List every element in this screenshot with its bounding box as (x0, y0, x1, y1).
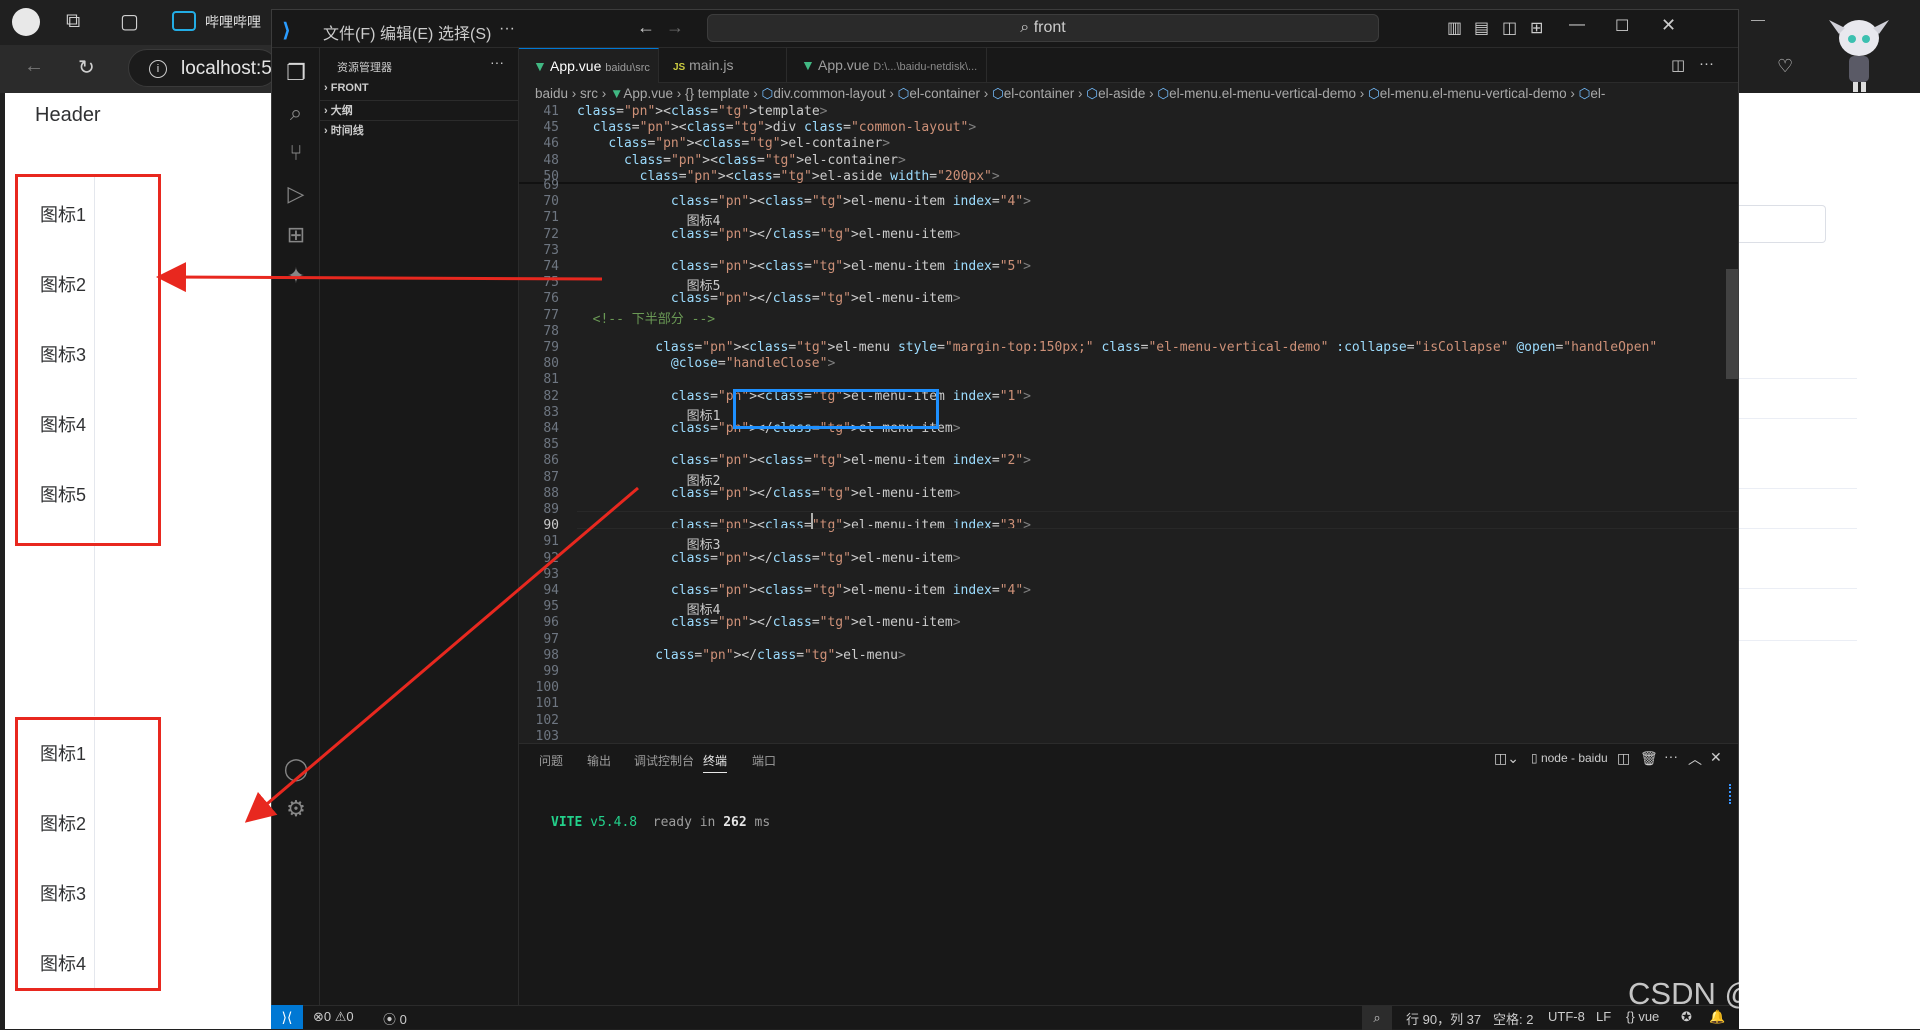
watermark: CSDN @Lumos_|| (1628, 976, 1883, 1011)
arrow-to-top-menu (156, 262, 603, 293)
arrow-to-bottom-menu (244, 486, 639, 823)
annotation-arrows (156, 262, 639, 823)
